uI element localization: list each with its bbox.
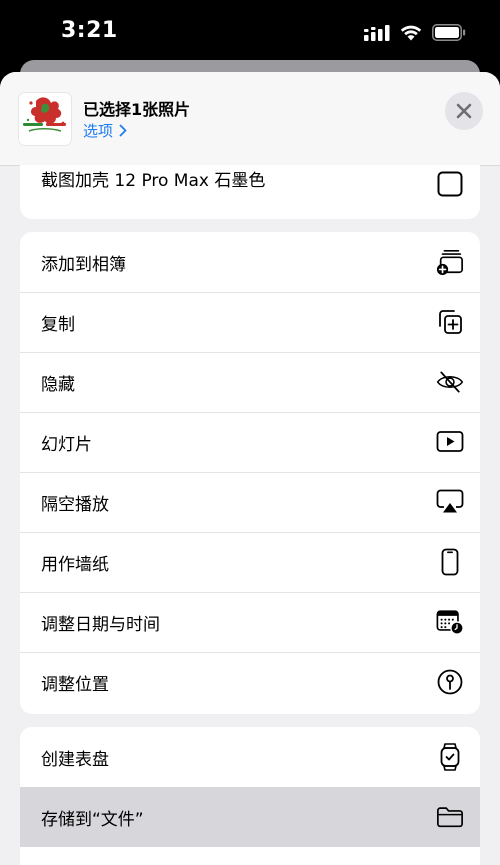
photo-thumbnail [19, 93, 71, 145]
action-adjust-location[interactable]: 调整位置 [20, 652, 480, 712]
action-label: 隔空播放 [41, 494, 109, 515]
action-use-as-wallpaper[interactable]: 用作墙纸 [20, 532, 480, 592]
phone-wallpaper-icon [436, 548, 464, 576]
action-create-watch-face[interactable]: 创建表盘 [20, 727, 480, 787]
actions-group: 添加到相簿 复制 隐藏 幻灯片 隔空播放 用作墙纸 调整日期与时间 调整位置 [20, 232, 480, 714]
action-label: 用作墙纸 [41, 554, 109, 575]
close-button[interactable] [445, 92, 483, 130]
action-copy[interactable]: 复制 [20, 292, 480, 352]
action-label: 调整日期与时间 [41, 614, 160, 635]
selection-title: 已选择1张照片 [83, 100, 191, 119]
action-adjust-date-time[interactable]: 调整日期与时间 [20, 592, 480, 652]
wifi-icon [400, 25, 422, 40]
action-label: 复制 [41, 314, 75, 335]
shortcut-group: 截图加壳 12 Pro Max 石墨色 [20, 165, 480, 219]
options-button[interactable]: 选项 [83, 120, 127, 141]
action-hide[interactable]: 隐藏 [20, 352, 480, 412]
action-label: 存储到“文件” [41, 809, 144, 830]
signal-icon [364, 24, 390, 41]
action-airplay[interactable]: 隔空播放 [20, 472, 480, 532]
location-pin-icon [436, 668, 464, 696]
chevron-right-icon [119, 124, 127, 137]
action-label: 截图加壳 12 Pro Max 石墨色 [41, 171, 266, 191]
copy-icon [436, 308, 464, 336]
action-label: 隐藏 [41, 374, 75, 395]
action-add-to-album[interactable]: 添加到相簿 [20, 232, 480, 292]
status-icons [364, 24, 466, 41]
action-label: 调整位置 [41, 674, 109, 695]
hide-eye-icon [436, 368, 464, 396]
action-label: 添加到相簿 [41, 254, 126, 275]
close-icon [456, 103, 472, 119]
action-label: 幻灯片 [41, 434, 92, 455]
status-time: 3:21 [61, 18, 118, 43]
options-label: 选项 [83, 122, 114, 140]
share-sheet: 已选择1张照片 选项 截图加壳 12 Pro Max 石墨色 添加到相簿 复制 … [0, 72, 500, 865]
battery-icon [432, 24, 466, 41]
action-slideshow[interactable]: 幻灯片 [20, 412, 480, 472]
watch-face-icon [436, 743, 464, 771]
checkbox-icon [436, 170, 464, 198]
share-sheet-header: 已选择1张照片 选项 [0, 72, 500, 166]
folder-icon [436, 803, 464, 831]
add-to-album-icon [436, 248, 464, 276]
airplay-icon [436, 488, 464, 516]
action-label: 创建表盘 [41, 749, 109, 770]
more-actions-group: 创建表盘 存储到“文件” [20, 727, 480, 865]
action-save-to-files[interactable]: 存储到“文件” [20, 787, 480, 847]
status-bar: 3:21 [0, 0, 500, 68]
slideshow-play-icon [436, 428, 464, 456]
calendar-clock-icon [436, 608, 464, 636]
action-shortcut-frame[interactable]: 截图加壳 12 Pro Max 石墨色 [20, 165, 480, 219]
